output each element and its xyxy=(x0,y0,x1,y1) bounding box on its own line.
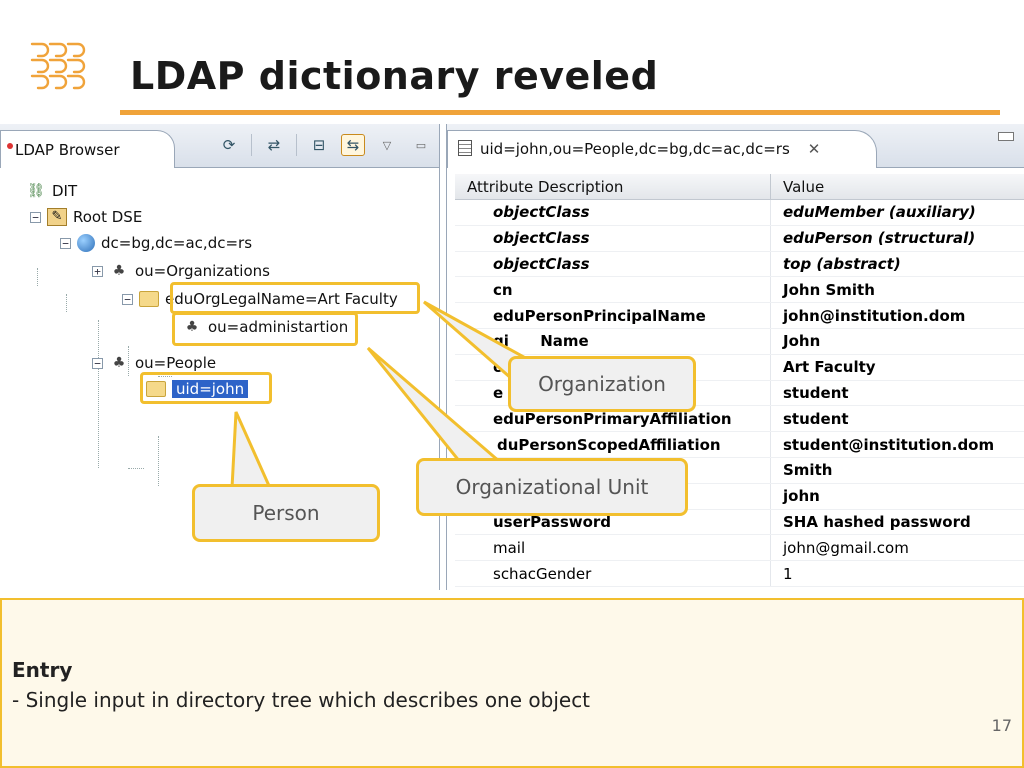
table-row[interactable]: cn John Smith xyxy=(455,277,1024,304)
table-header: Attribute Description Value xyxy=(455,174,1024,200)
collapse-toggle[interactable]: − xyxy=(60,237,71,249)
table-row[interactable]: duPersonScopedAffiliation student@instit… xyxy=(455,432,1024,458)
value-cell: top (abstract) xyxy=(783,254,901,273)
tab-entry-editor[interactable]: uid=john,ou=People,dc=bg,dc=ac,dc=rs ✕ xyxy=(447,130,877,168)
value-cell: SHA hashed password xyxy=(783,512,971,531)
value-cell: john@gmail.com xyxy=(783,538,909,557)
attribute-cell: gi Name xyxy=(455,328,771,354)
value-cell: student@institution.dom xyxy=(783,435,995,454)
attribute-cell: eduPersonPrincipalName xyxy=(455,303,771,328)
tree-node-label: ou=Organizations xyxy=(135,262,270,280)
ldap-browser-icon xyxy=(7,143,13,149)
close-icon[interactable]: ✕ xyxy=(808,140,821,158)
tree-connector xyxy=(98,320,99,468)
collapse-toggle[interactable]: − xyxy=(30,211,41,223)
attribute-cell: schacGender xyxy=(455,561,771,586)
minimize-icon[interactable] xyxy=(998,132,1014,141)
tree-node-label: Root DSE xyxy=(73,208,143,226)
column-header-value[interactable]: Value xyxy=(771,174,836,199)
tree-connector xyxy=(128,468,144,469)
refresh-icon[interactable]: ⟳ xyxy=(217,134,241,156)
toolbar-separator xyxy=(296,134,297,156)
attribute-cell: objectClass xyxy=(455,200,771,225)
tab-entry-editor-label: uid=john,ou=People,dc=bg,dc=ac,dc=rs xyxy=(480,140,790,158)
value-cell: student xyxy=(783,383,849,402)
collapse-toggle[interactable]: − xyxy=(122,293,133,305)
ldap-browser-toolbar: ⟳ ⇄ ⊟ ⇆ ▽ ▭ xyxy=(217,134,433,156)
attribute-cell: objectClass xyxy=(455,251,771,277)
attribute-cell: cn xyxy=(455,277,771,303)
tab-ldap-browser-label: LDAP Browser xyxy=(15,141,120,159)
globe-icon xyxy=(77,234,95,252)
value-cell: John Smith xyxy=(783,280,875,299)
table-row[interactable]: mail john@gmail.com xyxy=(455,535,1024,562)
document-icon xyxy=(458,140,472,156)
table-row[interactable]: gi Name John xyxy=(455,328,1024,355)
value-cell: John xyxy=(783,332,821,351)
tree-node-people[interactable]: − ♣ ou=People xyxy=(92,352,216,374)
tree-node-organizations[interactable]: + ♣ ou=Organizations xyxy=(92,260,270,282)
sync-icon[interactable]: ⇆ xyxy=(341,134,365,156)
tree-connector xyxy=(158,436,159,486)
table-row[interactable]: objectClass eduMember (auxiliary) xyxy=(455,200,1024,226)
highlight-uid-john xyxy=(140,372,272,404)
callout-organization: Organization xyxy=(508,356,696,412)
tree-connector xyxy=(37,268,38,286)
value-cell: eduMember (auxiliary) xyxy=(783,203,976,222)
tab-ldap-browser[interactable]: LDAP Browser xyxy=(0,130,175,168)
highlight-org-legal-name xyxy=(170,282,420,314)
minimize-icon[interactable]: ▭ xyxy=(409,134,433,156)
tree-node-dit[interactable]: ⛓ DIT xyxy=(26,180,77,202)
value-cell: 1 xyxy=(783,564,793,583)
link-icon[interactable]: ⇄ xyxy=(262,134,286,156)
folder-icon xyxy=(139,291,159,307)
entry-editor-header: uid=john,ou=People,dc=bg,dc=ac,dc=rs ✕ xyxy=(447,124,1024,168)
value-cell: john@institution.dom xyxy=(783,306,966,325)
tree-connector xyxy=(66,294,67,312)
title-underline xyxy=(120,110,1000,115)
page-number: 17 xyxy=(991,716,1012,735)
tree-node-label: dc=bg,dc=ac,dc=rs xyxy=(101,234,253,252)
toolbar-separator xyxy=(251,134,252,156)
table-row[interactable]: eduPersonPrincipalName john@institution.… xyxy=(455,303,1024,329)
caption-title: Entry xyxy=(12,658,73,682)
root-dse-icon: ✎ xyxy=(47,208,67,226)
org-unit-icon: ♣ xyxy=(112,355,126,371)
attribute-cell: duPersonScopedAffiliation xyxy=(455,432,771,457)
value-cell: john xyxy=(783,487,820,506)
dit-icon: ⛓ xyxy=(27,183,45,199)
collapse-icon[interactable]: ⊟ xyxy=(307,134,331,156)
tree-node-root-dse[interactable]: − ✎ Root DSE xyxy=(30,206,142,228)
table-row[interactable]: schacGender 1 xyxy=(455,561,1024,587)
collapse-toggle[interactable]: − xyxy=(92,357,103,369)
value-cell: student xyxy=(783,409,849,428)
tree-node-label: DIT xyxy=(52,182,78,200)
caption-text: - Single input in directory tree which d… xyxy=(12,688,591,712)
tree-node-label: ou=People xyxy=(135,354,217,372)
highlight-admin-unit xyxy=(172,312,358,346)
attribute-cell: objectClass xyxy=(455,225,771,251)
logo-icon xyxy=(30,42,86,90)
value-cell: eduPerson (structural) xyxy=(783,229,976,248)
table-row[interactable]: objectClass top (abstract) xyxy=(455,251,1024,278)
view-menu-icon[interactable]: ▽ xyxy=(375,134,399,156)
ldap-browser-header: LDAP Browser ⟳ ⇄ ⊟ ⇆ ▽ ▭ xyxy=(0,124,439,168)
table-row[interactable]: objectClass eduPerson (structural) xyxy=(455,225,1024,252)
attribute-cell: mail xyxy=(455,535,771,561)
slide-title: LDAP dictionary reveled xyxy=(130,54,659,98)
callout-organizational-unit: Organizational Unit xyxy=(416,458,688,516)
tree-node-domain[interactable]: − dc=bg,dc=ac,dc=rs xyxy=(60,232,252,254)
expand-toggle[interactable]: + xyxy=(92,265,103,277)
caption-box: Entry - Single input in directory tree w… xyxy=(0,598,1024,768)
column-header-attribute[interactable]: Attribute Description xyxy=(455,174,771,199)
value-cell: Smith xyxy=(783,461,833,480)
callout-person: Person xyxy=(192,484,380,542)
org-unit-icon: ♣ xyxy=(112,263,126,279)
value-cell: Art Faculty xyxy=(783,358,876,377)
